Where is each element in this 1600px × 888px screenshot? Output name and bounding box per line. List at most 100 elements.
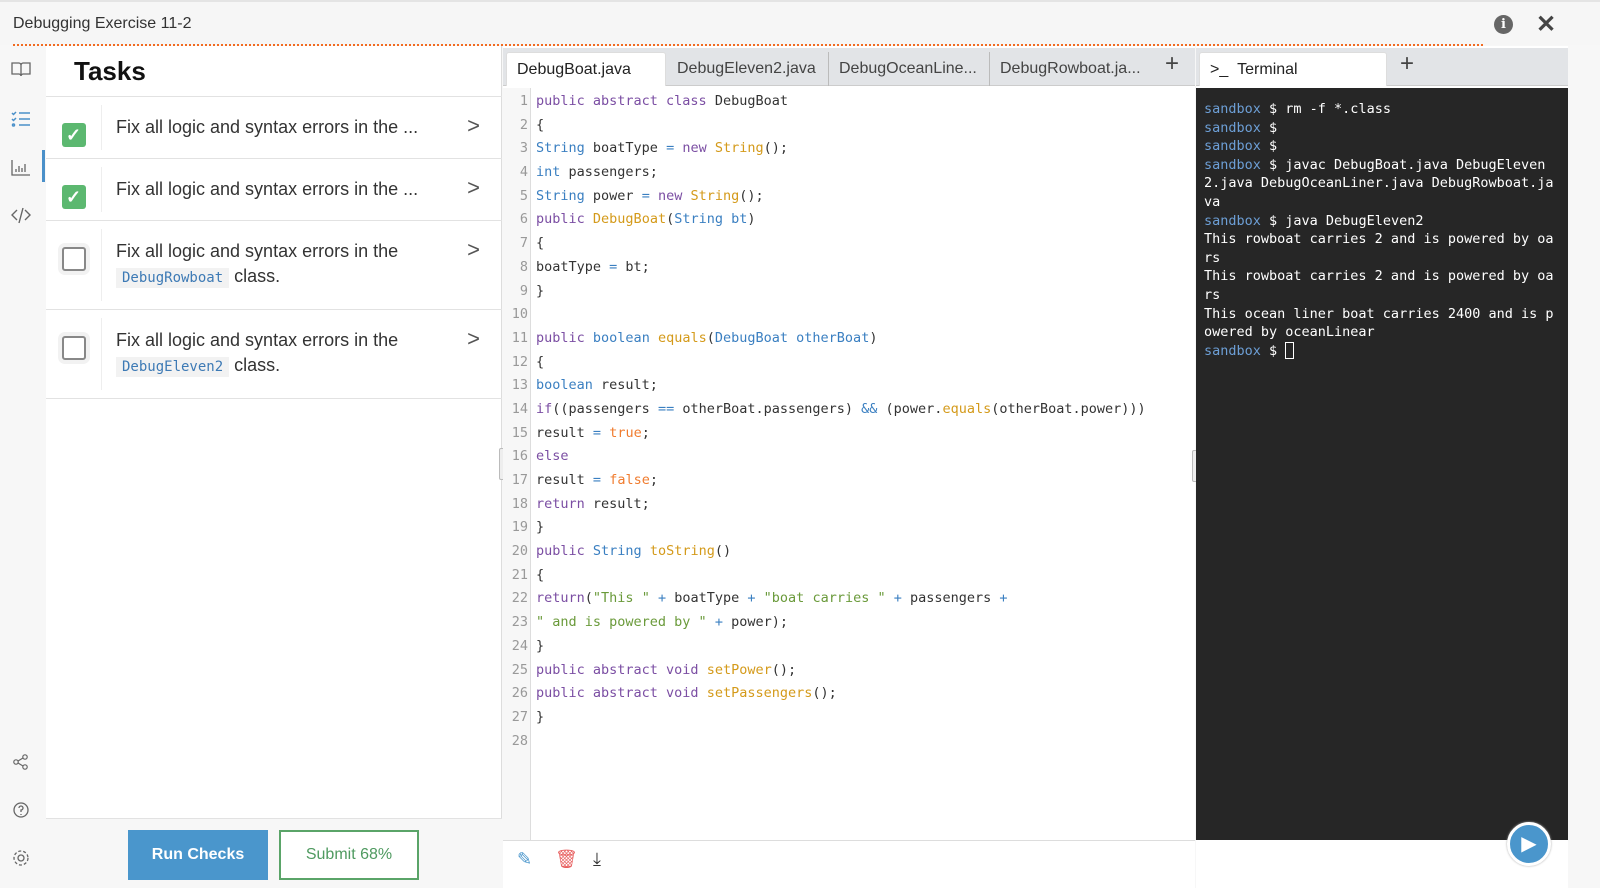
line-number: 20 [511,543,528,560]
code-icon[interactable] [10,204,32,226]
line-number: 11 [511,329,528,346]
code-token: setPassengers [706,685,813,702]
chevron-right-icon[interactable]: > [467,237,480,263]
task-item[interactable]: ✓ Fix all logic and syntax errors in the … [46,97,502,159]
tab-debugoceanliner[interactable]: DebugOceanLine... [828,52,987,86]
play-button[interactable]: ▶ [1507,822,1551,866]
code-token: public [536,211,585,228]
line-number: 28 [511,732,528,749]
task-checkbox[interactable] [61,247,86,271]
task-checkbox[interactable]: ✓ [61,185,86,209]
task-item[interactable]: Fix all logic and syntax errors in the De… [46,221,502,310]
task-item[interactable]: ✓ Fix all logic and syntax errors in the … [46,159,502,221]
code-token: String [714,140,764,157]
code-token: ( [666,211,675,228]
terminal-line: sandbox $ rm -f *.class [1204,100,1560,119]
code-token: DebugBoat otherBoat [714,329,870,346]
line-number: 19 [511,519,528,536]
code-token: DebugBoat [714,93,788,109]
chevron-right-icon[interactable]: > [467,113,480,139]
tab-terminal[interactable]: >_ Terminal [1199,52,1387,86]
code-token: boolean [536,377,593,394]
code-token: boatType [536,258,610,275]
code-line: 6 public DebugBoat(String bt) [503,208,1195,232]
run-checks-button[interactable]: Run Checks [128,830,268,880]
terminal-prompt-icon: >_ [1210,61,1238,78]
code-token: " and is powered by " [536,614,707,631]
code-token: ) [747,211,756,228]
task-checkbox-cell [46,229,102,301]
code-token: public [536,329,585,346]
close-icon[interactable]: ✕ [1536,10,1556,39]
line-source: String power = new String(); [530,185,764,209]
line-number: 13 [511,377,528,394]
code-token: otherBoat.passengers) [674,400,862,417]
line-source: public DebugBoat(String bt) [530,208,756,232]
code-line: 10 [503,303,1195,327]
tab-debugrowboat[interactable]: DebugRowboat.ja... [989,52,1151,86]
terminal-line: sandbox $ [1204,342,1560,361]
left-icon-rail [0,46,46,888]
task-checkbox[interactable]: ✓ [61,123,86,147]
code-token: boolean [592,329,650,346]
task-checkbox[interactable] [61,336,86,360]
code-line: 13 boolean result; [503,374,1195,398]
code-token: toString [649,543,715,560]
tab-debugboat[interactable]: DebugBoat.java [506,52,666,86]
terminal-text: This rowboat carries 2 and is powered by… [1204,231,1554,266]
task-class-name: DebugEleven2 [116,357,230,377]
checklist-icon[interactable] [10,108,32,130]
chevron-right-icon[interactable]: > [467,175,480,201]
download-icon[interactable]: ⤓ [593,849,601,870]
share-icon[interactable] [10,751,32,773]
book-icon[interactable] [10,58,32,80]
help-icon[interactable] [10,799,32,821]
code-token: ( [706,329,715,346]
tasks-panel: Tasks ✓ Fix all logic and syntax errors i… [46,46,502,888]
code-token: ) [869,329,878,346]
info-icon[interactable]: i [1494,15,1513,34]
code-token: (power. [877,400,943,417]
code-token: } [536,519,545,536]
code-token: String [536,140,585,157]
terminal-prompt: sandbox [1204,156,1261,173]
settings-icon[interactable] [10,847,32,869]
code-token: String bt [674,211,748,228]
add-tab-icon[interactable]: + [1165,50,1179,78]
task-item[interactable]: Fix all logic and syntax errors in the De… [46,310,502,399]
terminal-line: sandbox $ [1204,119,1560,138]
terminal-line: This rowboat carries 2 and is powered by… [1204,230,1560,267]
line-number: 22 [511,590,528,607]
terminal-line: sandbox $ javac DebugBoat.java DebugElev… [1204,156,1560,212]
pencil-icon[interactable]: ✎ [517,849,532,870]
code-token: = [666,140,675,157]
code-token: boatType [666,590,748,607]
trash-icon[interactable]: 🗑 [555,849,578,870]
add-terminal-icon[interactable]: + [1400,50,1414,78]
code-token: String [592,543,642,560]
code-line: 25 public abstract void setPower(); [503,659,1195,683]
chevron-right-icon[interactable]: > [467,326,480,352]
terminal-output[interactable]: sandbox $ rm -f *.class sandbox $ sandbox … [1196,88,1568,840]
line-number: 12 [511,353,528,370]
terminal-cursor [1285,342,1295,360]
code-line: 22 return("This " + boatType + "boat carr… [503,587,1195,611]
code-line: 15 result = true; [503,422,1195,446]
code-token: return [536,590,585,607]
code-content[interactable]: 1 public abstract class DebugBoat 2{3 Strin… [503,90,1195,753]
tab-debugeleven2[interactable]: DebugEleven2.java [667,52,826,86]
code-token: } [536,282,545,299]
chart-icon[interactable] [10,156,32,178]
code-token: () [714,543,732,560]
code-line: 21 { [503,564,1195,588]
line-number: 8 [519,258,528,275]
code-token: ( [584,590,593,607]
submit-button[interactable]: Submit 68% [279,830,419,880]
code-token: { [536,116,545,133]
task-list: ✓ Fix all logic and syntax errors in the … [46,96,502,399]
